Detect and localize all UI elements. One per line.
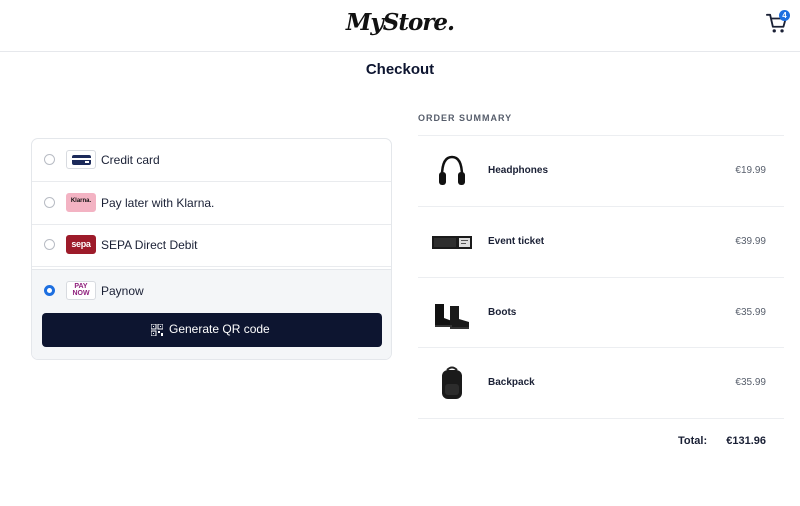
payment-option-label: SEPA Direct Debit — [101, 238, 198, 252]
generate-qr-code-label: Generate QR code — [169, 322, 270, 336]
item-price: €39.99 — [735, 236, 766, 247]
sepa-logo-text: sepa — [71, 239, 91, 249]
order-item-boots: Boots €35.99 — [418, 278, 784, 348]
payment-method-list: Credit card Klarna. Pay later with Klarn… — [31, 138, 392, 360]
item-name: Event ticket — [488, 236, 545, 247]
order-summary: ORDER SUMMARY Headphones €19.99 Event ti… — [418, 0, 784, 506]
item-name: Headphones — [488, 165, 549, 176]
qr-code-icon — [151, 324, 163, 336]
order-item-backpack: Backpack €35.99 — [418, 348, 784, 418]
credit-card-radio[interactable] — [44, 154, 55, 165]
total-label: Total: — [678, 435, 708, 447]
ticket-image — [432, 236, 472, 249]
backpack-image — [442, 366, 462, 399]
paynow-radio[interactable] — [44, 285, 55, 296]
klarna-logo-text: Klarna. — [70, 198, 92, 204]
payment-option-sepa[interactable]: sepa SEPA Direct Debit — [32, 224, 391, 267]
item-price: €19.99 — [735, 165, 766, 176]
item-name: Boots — [488, 307, 517, 318]
paynow-logo-line1: PAY — [74, 283, 88, 290]
sepa-logo: sepa — [66, 235, 96, 254]
total-value: €131.96 — [726, 435, 766, 447]
paynow-logo: PAY NOW — [66, 281, 96, 300]
item-price: €35.99 — [735, 377, 766, 388]
payment-option-label: Credit card — [101, 153, 160, 167]
payment-option-credit-card[interactable]: Credit card — [32, 139, 391, 182]
sepa-radio[interactable] — [44, 239, 55, 250]
generate-qr-code-button[interactable]: Generate QR code — [42, 313, 382, 347]
klarna-radio[interactable] — [44, 197, 55, 208]
payment-option-paynow[interactable]: PAY NOW Paynow Generate QR code — [32, 269, 391, 359]
item-name: Backpack — [488, 377, 535, 388]
boots-image — [435, 304, 469, 329]
order-item-event-ticket: Event ticket €39.99 — [418, 207, 784, 277]
order-item-headphones: Headphones €19.99 — [418, 136, 784, 206]
payment-option-klarna[interactable]: Klarna. Pay later with Klarna. — [32, 182, 391, 225]
paynow-logo-line2: NOW — [72, 290, 90, 297]
credit-card-icon — [66, 150, 96, 169]
payment-option-label: Paynow — [101, 284, 144, 298]
payment-option-label: Pay later with Klarna. — [101, 196, 215, 210]
order-summary-heading: ORDER SUMMARY — [418, 113, 513, 123]
headphones-image — [439, 155, 465, 185]
divider — [418, 418, 784, 419]
item-price: €35.99 — [735, 307, 766, 318]
klarna-logo: Klarna. — [66, 193, 96, 212]
